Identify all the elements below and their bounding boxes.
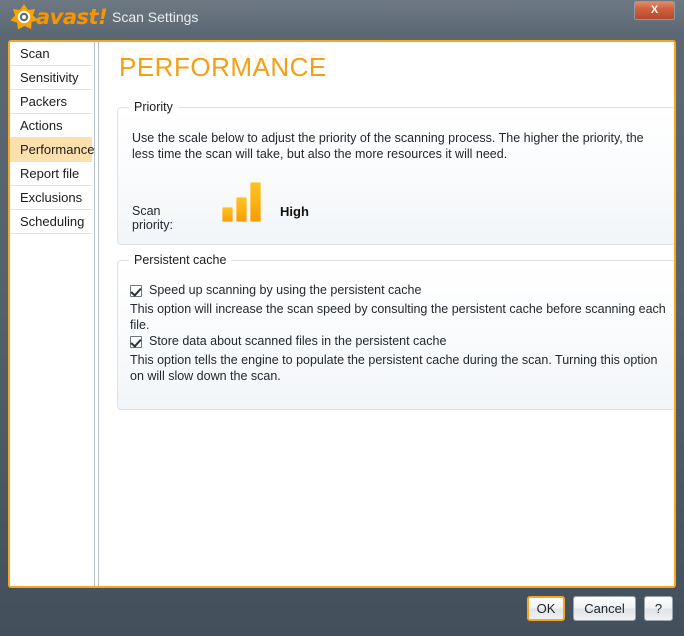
close-button[interactable]: X <box>634 1 675 20</box>
sidebar-item-label: Report file <box>20 166 80 181</box>
help-button[interactable]: ? <box>644 596 673 621</box>
sidebar-item-label: Performance <box>20 142 95 157</box>
priority-bar-1[interactable] <box>222 207 233 222</box>
title-bar: avast! Scan Settings X <box>0 0 684 36</box>
speed-up-scanning-checkbox[interactable] <box>130 285 142 297</box>
cancel-button[interactable]: Cancel <box>573 596 636 621</box>
persistent-cache-group-legend: Persistent cache <box>129 253 232 267</box>
sidebar-item-performance[interactable]: Performance <box>10 138 95 162</box>
ok-button[interactable]: OK <box>527 596 565 621</box>
option-speed-up-scanning: Speed up scanning by using the persisten… <box>130 283 666 333</box>
option-store-data: Store data about scanned files in the pe… <box>130 334 666 384</box>
sidebar-item-sensitivity[interactable]: Sensitivity <box>10 66 92 90</box>
sidebar-item-label: Actions <box>20 118 63 133</box>
sidebar-item-packers[interactable]: Packers <box>10 90 92 114</box>
sidebar-item-exclusions[interactable]: Exclusions <box>10 186 92 210</box>
scan-priority-label: Scan priority: <box>132 204 173 232</box>
priority-bar-2[interactable] <box>236 197 247 222</box>
scan-priority-slider[interactable] <box>222 180 266 222</box>
sidebar-divider <box>94 42 99 586</box>
brand-label: avast! <box>36 5 108 29</box>
priority-group-legend: Priority <box>129 100 178 114</box>
sidebar-item-report-file[interactable]: Report file <box>10 162 92 186</box>
persistent-cache-group: Persistent cache Speed up scanning by us… <box>117 253 674 410</box>
priority-description: Use the scale below to adjust the priori… <box>132 131 644 161</box>
dialog-footer: OK Cancel ? <box>0 588 684 636</box>
content-panel: Scan Sensitivity Packers Actions Perform… <box>8 40 676 588</box>
scan-settings-window: avast! Scan Settings X Scan Sensitivity … <box>0 0 684 636</box>
window-title: Scan Settings <box>112 9 199 25</box>
priority-group: Priority Use the scale below to adjust t… <box>117 100 674 245</box>
settings-content: PERFORMANCE PERFORMANCE Priority Use the… <box>101 42 674 586</box>
sidebar-item-scan[interactable]: Scan <box>10 42 92 66</box>
sidebar-item-label: Sensitivity <box>20 70 79 85</box>
priority-bar-3[interactable] <box>250 182 261 222</box>
speed-up-scanning-label[interactable]: Speed up scanning by using the persisten… <box>149 283 421 298</box>
sidebar-item-label: Scheduling <box>20 214 85 229</box>
speed-up-scanning-description: This option will increase the scan speed… <box>130 302 666 332</box>
sidebar-item-label: Exclusions <box>20 190 83 205</box>
sidebar-item-label: Packers <box>20 94 67 109</box>
sidebar-nav: Scan Sensitivity Packers Actions Perform… <box>10 42 95 586</box>
sidebar-item-scheduling[interactable]: Scheduling <box>10 210 92 234</box>
sidebar-item-label: Scan <box>20 46 50 61</box>
store-data-checkbox[interactable] <box>130 336 142 348</box>
store-data-description: This option tells the engine to populate… <box>130 353 658 383</box>
page-title: PERFORMANCE <box>119 52 327 82</box>
store-data-label[interactable]: Store data about scanned files in the pe… <box>149 334 446 349</box>
sidebar-item-actions[interactable]: Actions <box>10 114 92 138</box>
scan-priority-value: High <box>280 204 309 219</box>
